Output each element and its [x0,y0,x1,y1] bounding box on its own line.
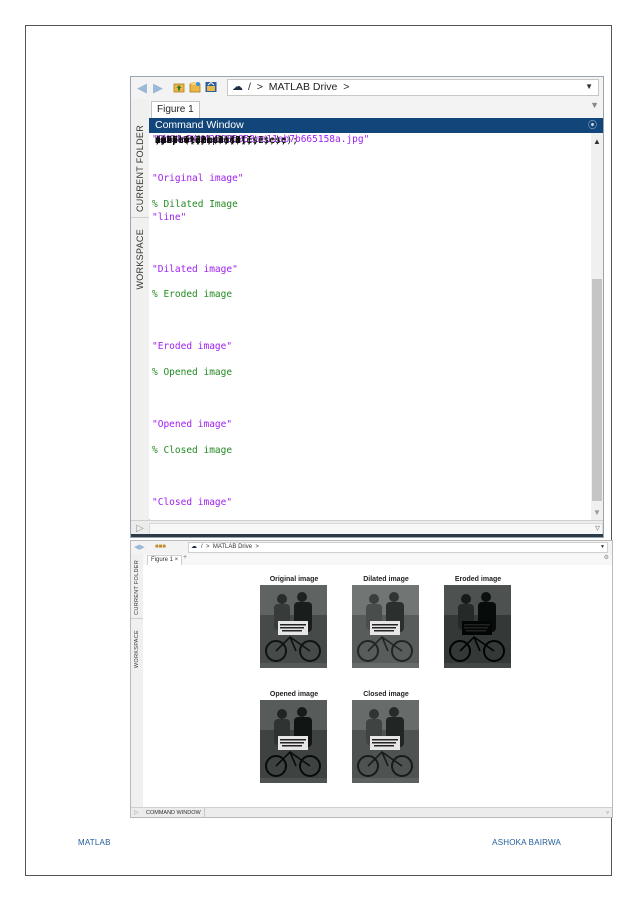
footer-left: MATLAB [78,838,111,847]
subplot-opened: Opened image [259,690,329,783]
code-string: "line" [152,211,187,223]
figure-canvas: Original image Dilated image Eroded image O… [143,565,612,807]
bottom-bar: ▷ COMMAND WINDOW ▿ [131,807,612,817]
vertical-scrollbar[interactable]: ▲ ▼ [591,133,603,523]
command-window-title: Command Window [155,119,244,131]
cloud-icon: ☁ [191,544,197,550]
matlab-screenshot-code: ◀ ▶ ☁ / > MATLAB Drive > ▼ CURRENT FOLDE… [130,76,604,538]
code-string: "Opened image" [152,418,233,430]
subplot-closed: Closed image [351,690,421,783]
tab-current-folder-label: CURRENT FOLDER [134,559,140,615]
code-line: % Eroded image [152,289,232,300]
subplot-original: Original image [259,575,329,668]
subplot-image [444,585,511,668]
up-folder-icon[interactable] [173,81,185,93]
address-path: / > MATLAB Drive > [201,544,259,550]
tab-current-folder[interactable]: CURRENT FOLDER [131,119,149,219]
toolbar: ◀ ▶ ☁ / > MATLAB Drive > ▼ [131,77,603,100]
folder-icons[interactable]: ■■■ [155,544,166,550]
code-string: "Dilated image" [152,263,238,275]
subplot-image [352,585,419,668]
code-text: >> [155,135,167,146]
panel-menu-icon[interactable]: ▼ [590,100,599,110]
tab-workspace[interactable]: WORKSPACE [131,217,149,300]
code-line: title("Opened image"); [152,135,233,430]
chevron-down-icon[interactable]: ▼ [600,543,605,552]
matlab-screenshot-figure: ◀▶ ■■■ ☁ / > MATLAB Drive > ▼ CURRENT FO… [130,540,613,818]
tab-current-folder[interactable]: CURRENT FOLDER [131,558,143,616]
tab-workspace[interactable]: WORKSPACE [131,618,143,679]
code-listing: >> I = imread("9b04e24c425935053ae11ab7b… [152,134,369,523]
collapse-icon[interactable]: ▿ [606,808,609,817]
toolbar: ◀▶ ■■■ ☁ / > MATLAB Drive > ▼ [131,541,612,555]
code-line: % Opened image [152,367,232,378]
expand-arrow-icon[interactable]: ▷ [136,523,144,534]
code-comment: % Dilated Image [152,198,238,210]
back-arrow-icon[interactable]: ◀ [137,80,147,96]
tab-workspace-label: WORKSPACE [134,629,140,669]
scroll-up-icon[interactable]: ▲ [593,137,601,146]
expand-arrow-icon[interactable]: ▷ [134,808,139,817]
command-window-header: Command Window ⦿ [149,118,603,133]
cloud-icon: ☁ [232,81,243,93]
add-tab-icon[interactable]: + [183,554,187,561]
new-folder-icon[interactable] [189,81,201,93]
tab-command-window[interactable]: COMMAND WINDOW [143,808,205,817]
command-window[interactable]: >> I = imread("9b04e24c425935053ae11ab7b… [149,133,603,519]
scroll-thumb[interactable] [592,279,602,501]
subplot-image [260,700,327,783]
code-string: "Closed image" [152,496,233,508]
scroll-down-icon[interactable]: ▼ [593,508,601,517]
code-line: title("Dilated image"); [152,135,238,275]
browse-folder-icon[interactable] [205,81,217,93]
subplot-title: Original image [269,576,319,583]
code-comment: % Closed image [152,444,233,456]
back-arrow-icon[interactable]: ◀▶ [134,543,145,551]
figure-tabs: Figure 1 ▼ [149,99,603,119]
subplot-image [352,700,419,783]
subplot-title: Eroded image [454,576,502,583]
footer-right: ASHOKA BAIRWA [492,838,561,847]
code-line: % Closed image [152,445,232,456]
options-icon[interactable]: ⦿ [588,118,597,133]
side-panel: CURRENT FOLDER WORKSPACE [131,99,150,537]
address-bar[interactable]: ☁ / > MATLAB Drive > ▼ [188,542,608,553]
code-string: "Original image" [152,172,244,184]
code-string: "Eroded image" [152,341,233,353]
subplot-image [260,585,327,668]
subplot-dilated: Dilated image [351,575,421,668]
divider [131,534,603,537]
code-line: % Dilated Image [152,199,238,210]
collapse-icon[interactable]: ▿ [595,523,600,534]
code-comment: % Eroded image [152,289,233,301]
address-path: / > MATLAB Drive > [248,81,350,93]
gear-icon[interactable]: ⚙ [604,554,609,561]
tab-current-folder-label: CURRENT FOLDER [135,125,145,213]
tab-figure-1[interactable]: Figure 1 [151,101,200,119]
code-comment: % Opened image [152,367,233,379]
code-line: se = strel("line", 7, 7); [152,135,218,223]
code-line: title("Eroded image"); [152,135,233,353]
address-bar[interactable]: ☁ / > MATLAB Drive > ▼ [227,79,599,96]
code-line: title("Original image"); [152,135,244,184]
subplot-title: Dilated image [363,576,409,583]
subplot-eroded: Eroded image [443,575,513,668]
subplot-title: Closed image [363,691,409,698]
subplot-title: Opened image [269,691,319,698]
tab-workspace-label: WORKSPACE [135,228,145,290]
chevron-down-icon[interactable]: ▼ [585,79,593,94]
forward-arrow-icon[interactable]: ▶ [153,80,163,96]
code-line: title("Closed image"); [152,135,233,508]
